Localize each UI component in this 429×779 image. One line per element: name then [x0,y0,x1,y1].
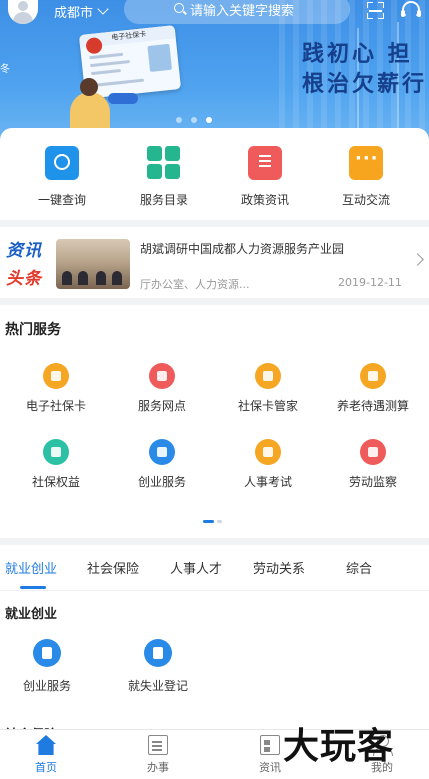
tab-active-indicator [20,586,46,589]
service-startup[interactable]: 创业服务 [112,439,212,490]
carousel-dot-active[interactable] [206,117,212,123]
banner-prev-slide-edge: 冬 [0,64,10,75]
sub-service-startup[interactable]: 创业服务 [2,639,92,694]
quick-action-catalog[interactable]: 服务目录 [119,146,209,208]
section-title: 就业创业 [5,607,58,622]
service-e-social-card[interactable]: 电子社保卡 [6,363,106,414]
service-card-manager[interactable]: 社保卡管家 [218,363,318,414]
box-icon [360,363,386,389]
briefcase-icon [144,639,172,667]
hot-services-section: 热门服务 电子社保卡 服务网点 社保卡管家 养老待遇测算 社保权益 创业服务 人… [0,305,429,538]
quick-action-label: 政策资讯 [240,193,289,207]
banner-slogan-line2: 根治欠薪行 [302,72,428,97]
top-bar: 成都市 请输入关键字搜索 [0,0,429,26]
tab-social-insurance[interactable]: 社会保险 [87,558,139,577]
nav-label: 办事 [147,761,169,774]
headset-icon[interactable] [401,1,421,19]
quick-action-label: 服务目录 [139,193,188,207]
service-label: 人事考试 [243,475,292,489]
nav-home[interactable]: 首页 [16,735,76,775]
section-title: 热门服务 [5,322,61,338]
pager-dot-active [203,520,214,523]
news-brand-label: 资讯 [6,241,42,261]
service-labor-inspection[interactable]: 劳动监察 [323,439,423,490]
nav-label: 首页 [35,761,57,774]
tab-general[interactable]: 综合 [346,558,372,577]
document-icon [148,735,168,755]
sub-service-unemployment-registration[interactable]: 就失业登记 [113,639,203,694]
quick-action-query[interactable]: 一键查询 [17,146,107,208]
document-icon [248,146,282,180]
quick-action-label: 一键查询 [37,193,86,207]
carousel-dot[interactable] [191,117,197,123]
exam-icon [255,439,281,465]
id-card-icon [43,363,69,389]
money-bag-icon [33,639,61,667]
chevron-down-icon [97,3,109,15]
news-headline[interactable]: 资讯 头条 胡斌调研中国成都人力资源服务产业园 厅办公室、人力资源... 201… [0,227,429,298]
pager-dot [217,520,222,523]
hot-services-pager [203,520,222,523]
tab-employment[interactable]: 就业创业 [5,558,57,577]
service-social-rights[interactable]: 社保权益 [6,439,106,490]
service-outlets[interactable]: 服务网点 [112,363,212,414]
city-label: 成都市 [54,6,94,21]
newspaper-icon [260,735,280,755]
quick-action-label: 互动交流 [341,193,390,207]
news-source: 厅办公室、人力资源... [140,278,250,291]
home-icon [36,735,56,755]
news-thumbnail[interactable] [56,239,130,289]
banner-card-button-illustration [108,93,138,104]
service-pension-calculator[interactable]: 养老待遇测算 [323,363,423,414]
banner-slogan: 践初心 担 根治欠薪行 [302,40,429,100]
service-label: 养老待遇测算 [336,399,409,413]
seal-icon [85,36,103,55]
banner-person-illustration [70,78,110,132]
city-selector[interactable]: 成都市 [54,2,109,21]
tab-personnel-talent[interactable]: 人事人才 [170,558,222,577]
service-label: 劳动监察 [348,475,397,489]
banner-slogan-line1: 践初心 担 [302,42,413,67]
inspect-icon [360,439,386,465]
category-tabs: 就业创业 社会保险 人事人才 劳动关系 综合 [0,545,429,591]
watermark-logo: 大玩客 [283,726,395,767]
carousel-indicator [176,117,212,123]
grid-icon [147,146,181,180]
news-date: 2019-12-11 [338,276,402,289]
chevron-right-icon[interactable] [411,253,424,266]
service-personnel-exam[interactable]: 人事考试 [218,439,318,490]
news-title[interactable]: 胡斌调研中国成都人力资源服务产业园 [140,240,344,257]
nav-services[interactable]: 办事 [128,735,188,775]
sub-service-label: 创业服务 [22,679,71,693]
service-label: 社保卡管家 [237,399,298,413]
search-placeholder: 请输入关键字搜索 [190,3,295,19]
search-icon [174,3,184,13]
location-pin-icon [149,363,175,389]
quick-action-policy-news[interactable]: 政策资讯 [220,146,310,208]
carousel-dot[interactable] [176,117,182,123]
search-input[interactable]: 请输入关键字搜索 [124,0,350,24]
nav-label: 资讯 [259,761,281,774]
avatar-icon[interactable] [8,0,38,24]
money-bag-icon [149,439,175,465]
service-label: 服务网点 [137,399,186,413]
service-label: 电子社保卡 [25,399,86,413]
quick-action-interaction[interactable]: 互动交流 [321,146,411,208]
chat-bubble-icon [349,146,383,180]
search-square-icon [45,146,79,180]
tab-labor-relations[interactable]: 劳动关系 [253,558,305,577]
card-manager-icon [255,363,281,389]
sub-service-label: 就失业登记 [127,679,188,693]
news-brand-label: 头条 [6,269,42,289]
scan-icon[interactable] [367,2,384,19]
quick-actions-panel: 一键查询 服务目录 政策资讯 互动交流 [0,128,429,220]
photo-icon [147,43,173,72]
service-label: 创业服务 [137,475,186,489]
shield-icon [43,439,69,465]
service-label: 社保权益 [31,475,80,489]
